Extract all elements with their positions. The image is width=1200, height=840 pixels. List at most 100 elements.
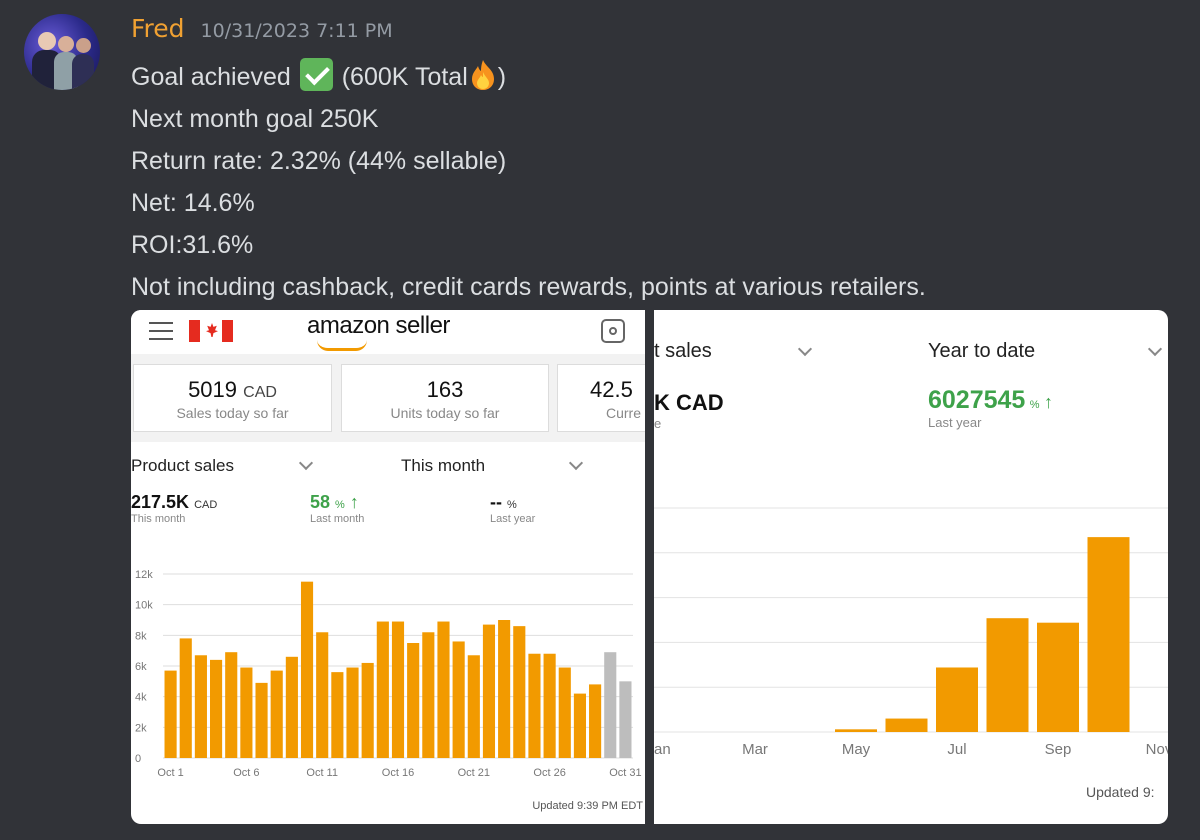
bar [285, 656, 298, 758]
bar [452, 641, 465, 758]
message-body: Goal achieved (600K Total ) Next month g… [131, 56, 926, 308]
message-line: Return rate: 2.32% (44% sellable) [131, 147, 507, 175]
bar [467, 655, 480, 758]
metric-label: This month [131, 513, 186, 525]
kpi-value: 6027545 [928, 386, 1026, 414]
bar [316, 632, 329, 758]
bar [986, 618, 1029, 732]
user-avatar[interactable] [24, 14, 100, 90]
message-text: ) [497, 63, 507, 91]
chevron-down-icon[interactable] [1147, 341, 1163, 357]
bar [589, 684, 602, 758]
kpi-value: 42.5 [590, 377, 633, 402]
avatar-face [76, 38, 91, 53]
kpi-strip: 5019 CAD Sales today so far 163 Units to… [131, 354, 645, 442]
kpi-label: Curre [606, 405, 642, 421]
bar [391, 621, 405, 758]
bar [179, 638, 192, 758]
x-tick-label: Oct 16 [382, 767, 414, 779]
bar [255, 682, 268, 758]
bar [422, 632, 435, 758]
bar [513, 626, 526, 758]
amazon-smile-icon [317, 340, 367, 351]
bar [1087, 537, 1130, 732]
x-tick-label: an [654, 741, 671, 758]
image-attachment-left[interactable]: amazon seller 5019 CAD Sales today so fa… [131, 310, 645, 824]
daily-sales-bar-chart: 0 2k 4k 6k 8k 10k 12k Oct 1 Oct 6 Oct 11 Oct 16 Oct… [135, 569, 642, 779]
bar [437, 621, 450, 758]
metric-last-year: -- % Last year [490, 492, 535, 525]
kpi-unit: K CAD [654, 390, 724, 415]
canada-flag-icon[interactable] [189, 320, 233, 342]
chevron-down-icon[interactable] [797, 341, 813, 357]
bar [885, 718, 928, 732]
x-tick-label: Sep [1045, 741, 1072, 758]
bar [482, 624, 496, 758]
metric-dropdown[interactable]: t sales [654, 340, 712, 363]
kpi-card[interactable]: 42.5 Curre [557, 364, 645, 432]
bar [225, 652, 238, 758]
fire-emoji-icon[interactable] [468, 59, 498, 91]
metric-label: Last year [490, 513, 536, 525]
bar [210, 659, 223, 758]
bar [835, 729, 877, 732]
x-tick-label: Oct 11 [306, 767, 338, 779]
chevron-down-icon[interactable] [298, 455, 314, 471]
x-tick-label: Oct 31 [609, 767, 641, 779]
bar [270, 670, 283, 758]
image-attachment-right[interactable]: t sales Year to date K CAD e 6027545 % ↑… [654, 310, 1168, 824]
x-tick-label: Mar [742, 741, 768, 758]
metric-value: -- [490, 492, 502, 512]
x-tick-label: Nov [1146, 741, 1168, 758]
metric-value: 217.5K [131, 492, 190, 512]
kpi-label: Last year [928, 415, 982, 430]
metric-unit: CAD [194, 499, 218, 511]
y-tick-label: 0 [135, 753, 141, 765]
kpi-value: 5019 [188, 377, 238, 402]
scan-icon[interactable] [601, 319, 625, 343]
y-tick-label: 6k [135, 661, 147, 673]
app-top-bar: amazon seller [131, 310, 645, 355]
y-tick-label: 8k [135, 630, 147, 642]
metric-last-month: 58 % ↑ Last month [310, 492, 364, 525]
check-mark-emoji-icon[interactable] [299, 58, 333, 91]
y-tick-label: 12k [135, 569, 153, 581]
avatar-figure [72, 54, 94, 90]
kpi-label: Sales today so far [176, 405, 289, 421]
message-line: Next month goal 250K [131, 105, 379, 133]
x-tick-label: Oct 26 [533, 767, 565, 779]
y-tick-label: 2k [135, 722, 147, 734]
updated-timestamp: Updated 9: [1086, 784, 1155, 800]
bar [194, 655, 207, 758]
updated-timestamp: Updated 9:39 PM EDT [532, 800, 643, 812]
author-name[interactable]: Fred [131, 14, 185, 43]
kpi-card[interactable]: 5019 CAD Sales today so far [133, 364, 332, 432]
bar [936, 667, 978, 732]
bar [558, 667, 571, 758]
kpi-partial: K CAD e [654, 390, 724, 431]
period-dropdown[interactable]: Year to date [928, 340, 1035, 363]
x-tick-label: May [842, 741, 871, 758]
message-text: (600K Total [341, 63, 468, 91]
chevron-down-icon[interactable] [568, 455, 584, 471]
bar [300, 581, 314, 758]
menu-icon[interactable] [149, 322, 173, 340]
bar [164, 670, 177, 758]
brand-logo: amazon seller [307, 312, 450, 339]
period-dropdown[interactable]: This month [401, 456, 485, 476]
bar [240, 667, 253, 758]
y-tick-label: 10k [135, 600, 153, 612]
bar [573, 693, 586, 758]
message-header: Fred 10/31/2023 7:11 PM [131, 14, 393, 48]
bar [543, 653, 556, 758]
metric-unit: % [335, 499, 345, 511]
metric-dropdown[interactable]: Product sales [131, 456, 234, 476]
kpi-card[interactable]: 163 Units today so far [341, 364, 549, 432]
message-line: Goal achieved (600K Total ) [131, 56, 926, 98]
message-timestamp[interactable]: 10/31/2023 7:11 PM [201, 20, 393, 42]
metric-unit: % [507, 499, 517, 511]
message-line: ROI:31.6% [131, 231, 254, 259]
y-tick-label: 4k [135, 692, 147, 704]
metric-this-month: 217.5K CAD This month [131, 492, 217, 525]
bar [376, 621, 389, 758]
